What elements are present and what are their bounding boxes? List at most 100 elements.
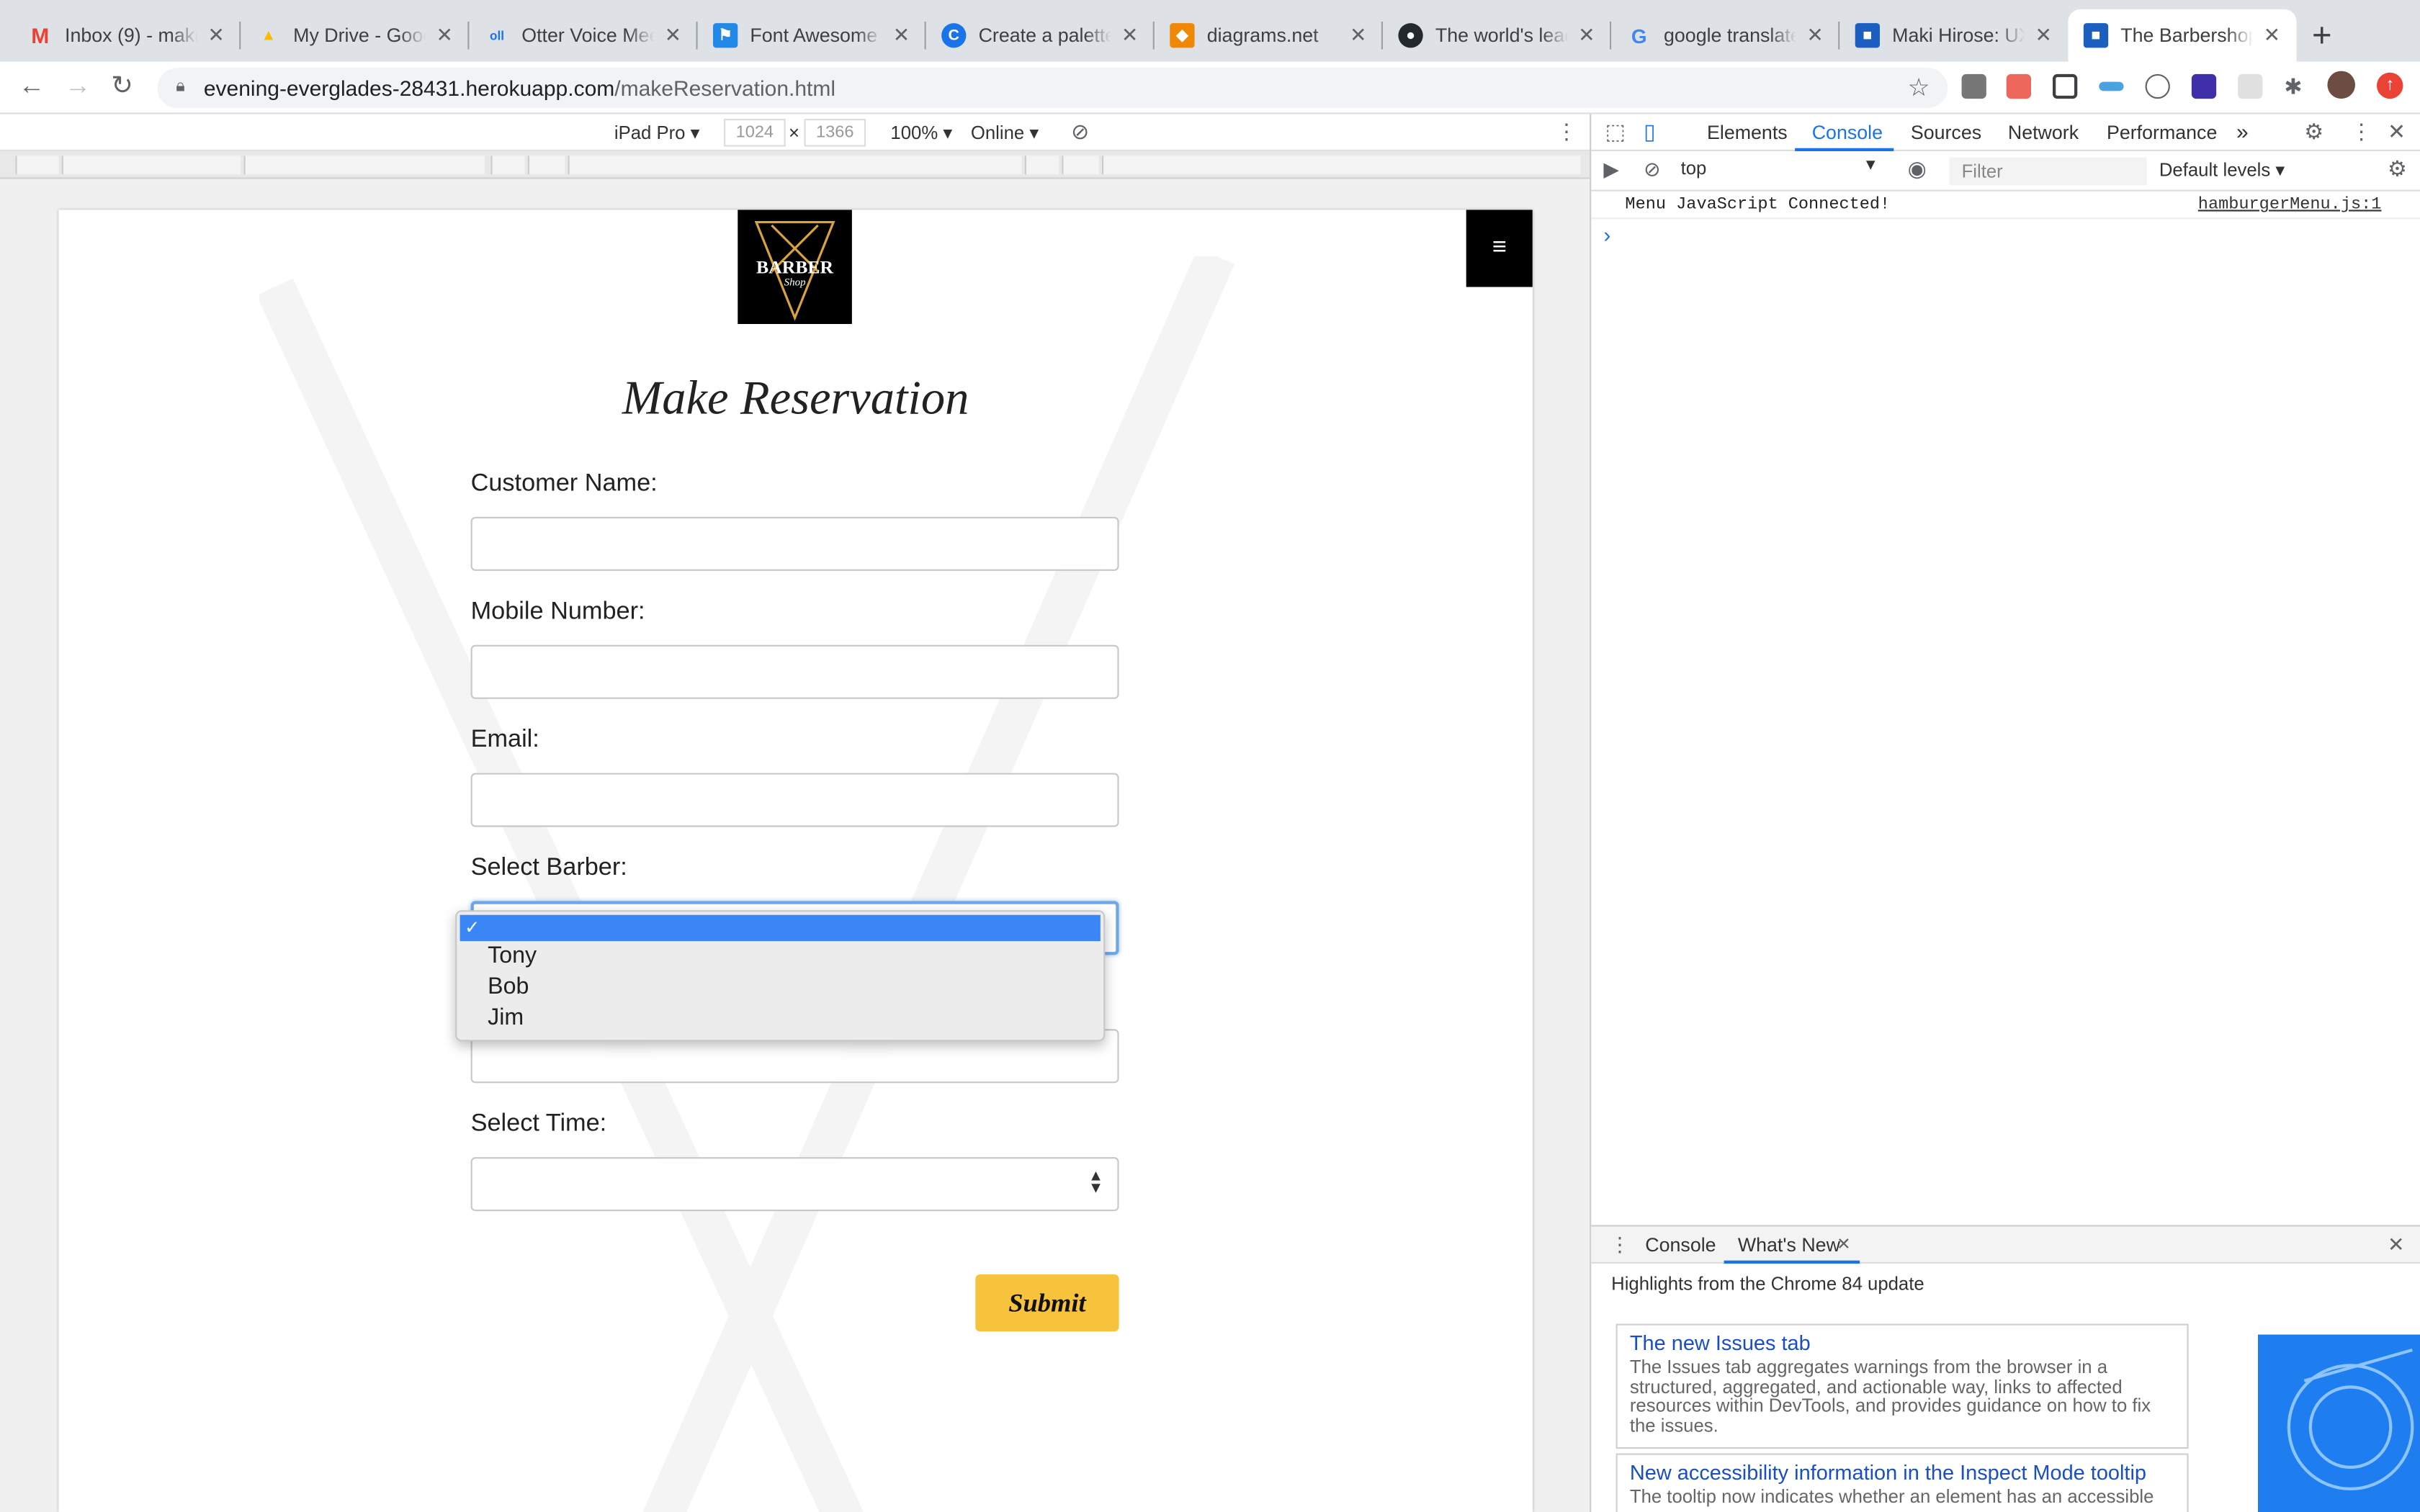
close-icon[interactable]: ✕ <box>660 23 685 48</box>
card-title[interactable]: The new Issues tab <box>1630 1331 2174 1354</box>
tab-title: Inbox (9) - making <box>65 24 197 47</box>
checkmark-icon: ✓ <box>465 916 480 938</box>
tab[interactable]: C Create a palette ✕ <box>926 9 1155 62</box>
reload-icon[interactable]: ↻ <box>111 71 133 102</box>
sidebar-toggle-icon[interactable]: ▶ <box>1603 158 1618 182</box>
ruler-segment[interactable] <box>490 156 525 175</box>
network-value: Online <box>970 122 1025 144</box>
time-select[interactable]: ▲ ▼ <box>470 1157 1119 1212</box>
settings-icon[interactable]: ⚙ <box>2388 156 2407 181</box>
close-icon[interactable]: ✕ <box>2031 23 2056 48</box>
drawer-menu-icon[interactable]: ⋮ <box>1610 1233 1630 1257</box>
bookmark-star-icon[interactable]: ☆ <box>1908 73 1930 104</box>
back-icon[interactable]: ← <box>19 71 45 102</box>
more-tabs-icon[interactable]: » <box>2236 119 2249 143</box>
ruler-segment[interactable] <box>15 156 59 175</box>
close-icon[interactable]: ✕ <box>204 23 228 48</box>
close-icon[interactable]: ✕ <box>432 23 457 48</box>
tab-performance[interactable]: Performance <box>2107 122 2217 143</box>
ruler-segment[interactable] <box>61 156 241 175</box>
tab[interactable]: ● The world's leading ✕ <box>1383 9 1612 62</box>
barbershop-logo[interactable]: BARBER Shop <box>738 210 852 324</box>
rotate-icon[interactable]: ⊘ <box>1071 119 1089 145</box>
drawer-tab-whats-new[interactable]: What's New <box>1738 1234 1840 1256</box>
device-select[interactable]: iPad Pro ▾ <box>614 122 700 143</box>
extension-icon[interactable] <box>1961 73 1986 99</box>
customer-name-input[interactable] <box>470 516 1119 571</box>
close-icon[interactable]: ✕ <box>889 23 913 48</box>
tab[interactable]: M Inbox (9) - making ✕ <box>12 9 241 62</box>
ruler-segment[interactable] <box>1024 156 1059 175</box>
tab-console[interactable]: Console <box>1812 122 1883 143</box>
console-filter-input[interactable]: Filter <box>1949 157 2147 186</box>
ruler-segment[interactable] <box>1102 156 1581 175</box>
tab-network[interactable]: Network <box>2008 122 2079 143</box>
devtools-tabs: ⬚ ▯ Elements Console Sources Network Per… <box>1591 114 2420 151</box>
hamburger-menu-icon[interactable]: ≡ <box>1466 210 1533 287</box>
screenshot-icon[interactable] <box>2053 73 2078 99</box>
height-input[interactable]: 1366 <box>804 119 866 147</box>
zoom-select[interactable]: 100% ▾ <box>890 122 952 143</box>
email-input[interactable] <box>470 773 1119 827</box>
close-icon[interactable]: ✕ <box>1117 23 1142 48</box>
settings-icon[interactable]: ⚙ <box>2304 119 2323 145</box>
close-icon[interactable]: ✕ <box>1574 23 1599 48</box>
tab[interactable]: oll Otter Voice Meeting Notes ✕ <box>469 9 698 62</box>
extension-icon[interactable] <box>2191 73 2217 99</box>
card-title[interactable]: New accessibility information in the Ins… <box>1630 1461 2174 1484</box>
more-options-icon[interactable]: ⋮ <box>1556 119 1577 145</box>
tab-title: Maki Hirose: UX/UI <box>1892 24 2025 47</box>
log-source-link[interactable]: hamburgerMenu.js:1 <box>2198 196 2382 215</box>
width-input[interactable]: 1024 <box>723 119 786 147</box>
close-drawer-icon[interactable]: ✕ <box>2388 1233 2404 1257</box>
whats-new-card[interactable]: New accessibility information in the Ins… <box>1615 1453 2189 1512</box>
new-tab-icon[interactable]: + <box>2312 15 2332 55</box>
close-icon[interactable]: ✕ <box>2388 119 2406 145</box>
drawer-tab-console[interactable]: Console <box>1645 1234 1716 1256</box>
tab[interactable]: ⚑ Font Awesome ✕ <box>698 9 926 62</box>
eye-icon[interactable]: ◉ <box>1908 156 1927 181</box>
puzzle-icon[interactable]: ✱ <box>2284 74 2308 99</box>
tab-elements[interactable]: Elements <box>1707 122 1788 143</box>
ruler-segment[interactable] <box>568 156 1022 175</box>
update-icon[interactable]: ↑ <box>2377 72 2403 99</box>
tab[interactable]: ◆ diagrams.net ✕ <box>1155 9 1383 62</box>
network-select[interactable]: Online ▾ <box>971 122 1039 143</box>
submit-button[interactable]: Submit <box>975 1274 1119 1332</box>
extension-icon[interactable] <box>2145 73 2170 99</box>
extension-icon[interactable] <box>2238 73 2263 99</box>
device-toggle-icon[interactable]: ▯ <box>1644 119 1656 145</box>
tab-sources[interactable]: Sources <box>1911 122 1981 143</box>
extension-icon[interactable] <box>2099 81 2124 91</box>
context-value: top <box>1680 157 1707 179</box>
url-text[interactable]: evening-everglades-28431.herokuapp.com/m… <box>204 76 835 100</box>
console-prompt[interactable]: › <box>1603 222 1610 247</box>
tab[interactable]: ▲ My Drive - Google Drive ✕ <box>241 9 470 62</box>
log-levels-select[interactable]: Default levels ▾ <box>2159 159 2285 181</box>
tab[interactable]: ■ Maki Hirose: UX/UI ✕ <box>1839 9 2068 62</box>
close-icon[interactable]: ✕ <box>1837 1234 1851 1254</box>
inspect-icon[interactable]: ⬚ <box>1605 119 1626 145</box>
close-icon[interactable]: ✕ <box>1803 23 1827 48</box>
ruler-segment[interactable] <box>527 156 565 175</box>
barber-option[interactable]: Bob <box>460 973 1101 999</box>
context-select[interactable]: top ▼ <box>1681 158 1878 186</box>
address-bar[interactable]: 🔒︎ evening-everglades-28431.herokuapp.co… <box>157 68 1948 108</box>
close-icon[interactable]: ✕ <box>1346 23 1371 48</box>
whats-new-card[interactable]: The new Issues tab The Issues tab aggreg… <box>1615 1323 2189 1449</box>
barber-option[interactable]: Tony <box>460 942 1101 968</box>
forward-icon[interactable]: → <box>65 71 91 102</box>
close-icon[interactable]: ✕ <box>2259 23 2284 48</box>
extension-icon[interactable] <box>2006 73 2031 99</box>
avatar[interactable] <box>2327 71 2355 99</box>
barber-option[interactable]: Jim <box>460 1004 1101 1030</box>
ruler-segment[interactable] <box>243 156 485 175</box>
more-options-icon[interactable]: ⋮ <box>2351 119 2372 145</box>
ruler-segment[interactable] <box>1062 156 1099 175</box>
clear-console-icon[interactable]: ⊘ <box>1644 158 1660 182</box>
tab-active[interactable]: ■ The Barbershop ✕ <box>2068 9 2297 62</box>
tab[interactable]: G google translate ✕ <box>1611 9 1840 62</box>
lock-icon[interactable]: 🔒︎ <box>176 77 185 97</box>
barber-option-empty[interactable]: ✓ <box>460 914 1101 942</box>
mobile-number-input[interactable] <box>470 644 1119 699</box>
